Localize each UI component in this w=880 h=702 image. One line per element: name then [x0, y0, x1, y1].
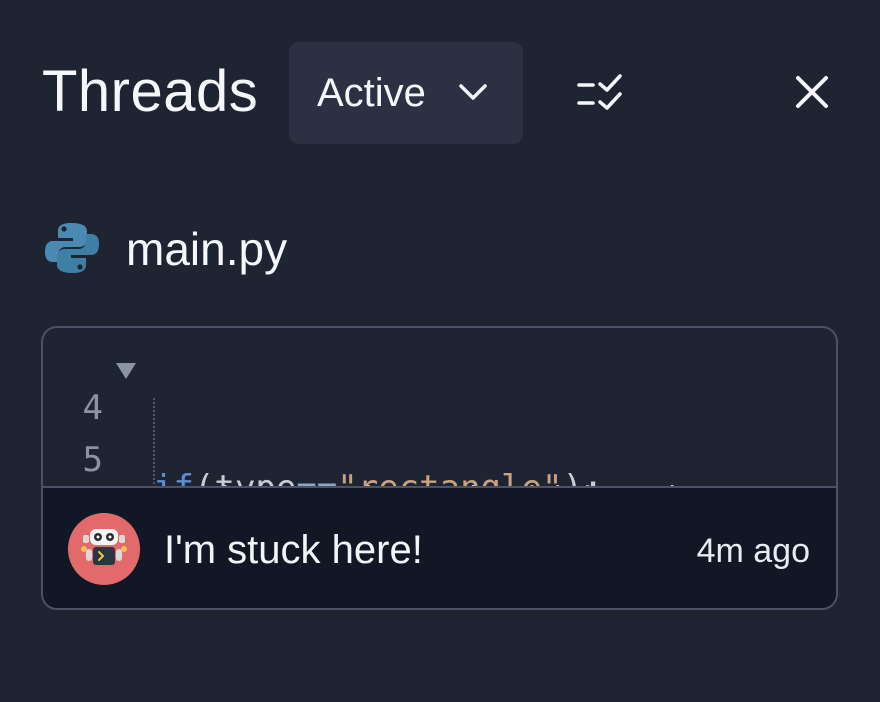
fold-triangle-icon[interactable] — [115, 361, 137, 381]
python-icon — [45, 223, 99, 273]
code-snippet: 4 if(type=="rectangle"): 5 width = input… — [43, 328, 836, 486]
close-icon[interactable] — [794, 74, 830, 110]
robot-avatar — [68, 513, 140, 585]
code-line: 4 if(type=="rectangle"): — [43, 348, 603, 486]
code-line: 5 width = input("Width: ") — [43, 400, 686, 486]
comment-timestamp: 4m ago — [696, 532, 810, 570]
checklist-icon[interactable] — [576, 72, 624, 116]
code-line: 6 height = input("Height: ") — [43, 452, 166, 486]
comment-row[interactable]: I'm stuck here! 4m ago — [43, 486, 836, 608]
file-name: main.py — [126, 223, 288, 275]
filter-selected-label: Active — [317, 70, 426, 115]
panel-title: Threads — [42, 59, 259, 124]
thread-filter-dropdown[interactable]: Active — [289, 42, 523, 144]
chevron-down-icon — [459, 84, 487, 100]
threads-header: Threads Active — [42, 42, 838, 144]
thread-card[interactable]: 4 if(type=="rectangle"): 5 width = input… — [41, 326, 838, 610]
comment-text: I'm stuck here! — [164, 528, 423, 572]
